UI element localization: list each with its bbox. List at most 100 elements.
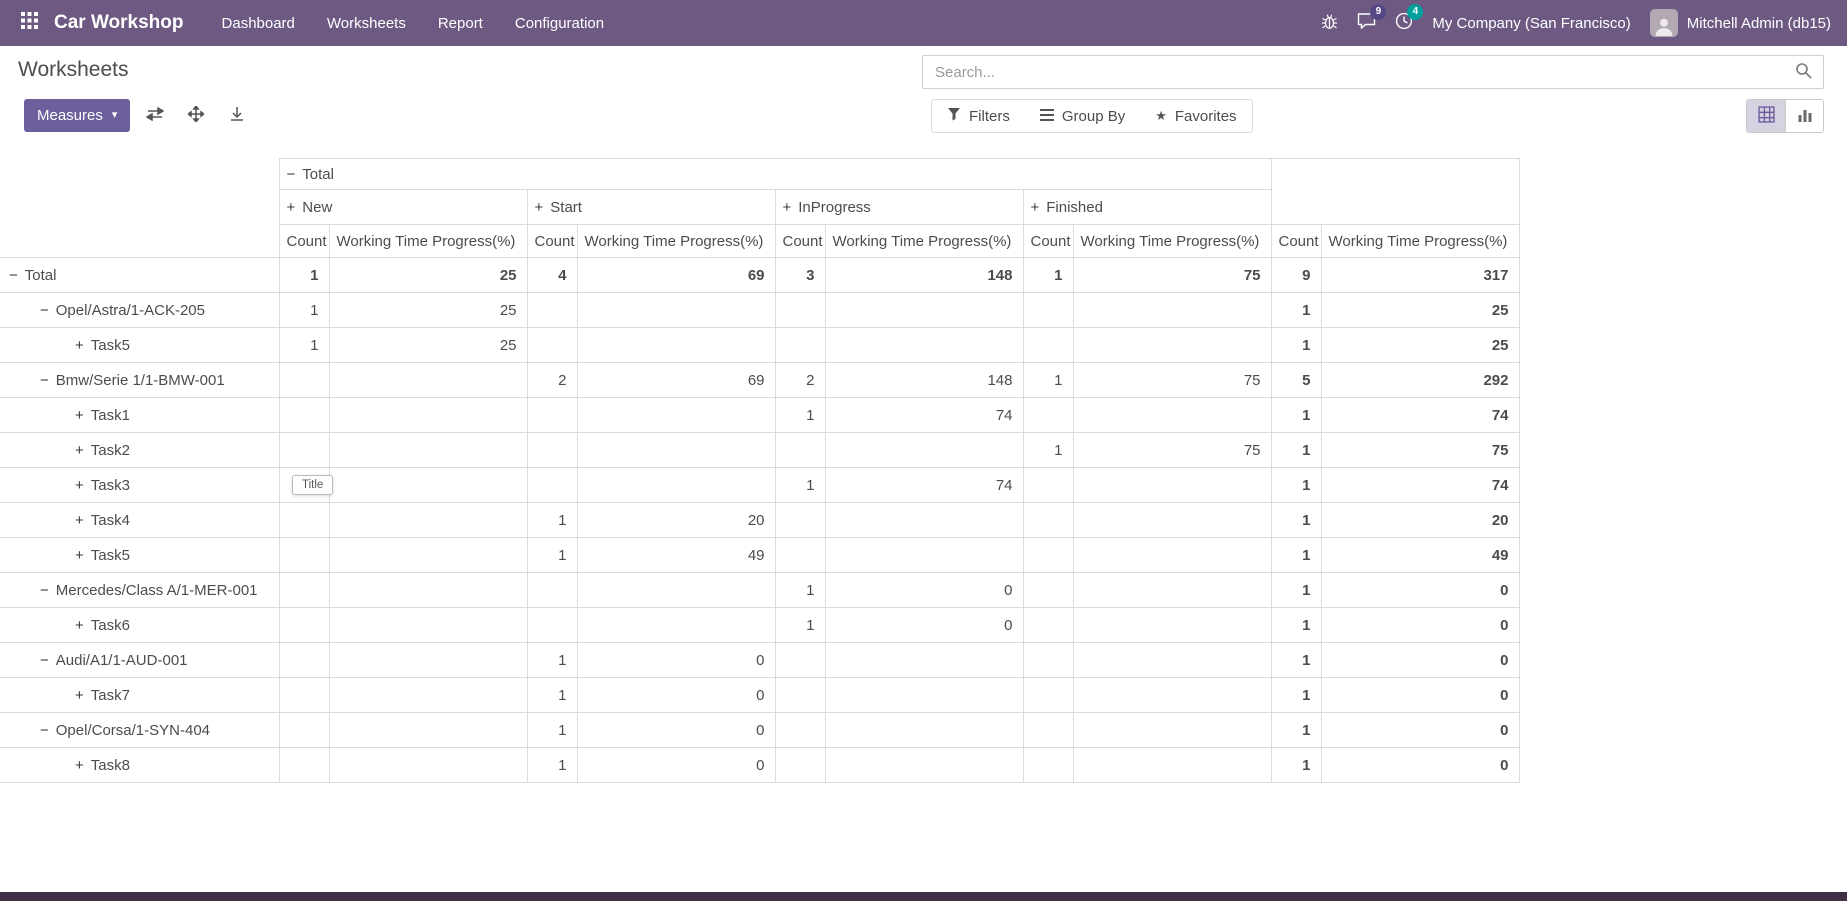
- pivot-cell[interactable]: [279, 643, 329, 678]
- pivot-cell[interactable]: [775, 293, 825, 328]
- pivot-cell[interactable]: 49: [1321, 538, 1519, 573]
- pivot-cell[interactable]: [825, 713, 1023, 748]
- pivot-row-header[interactable]: −Bmw/Serie 1/1-BMW-001: [0, 363, 279, 398]
- pivot-cell[interactable]: [775, 328, 825, 363]
- pivot-header-progress[interactable]: Working Time Progress(%): [329, 225, 527, 258]
- pivot-cell[interactable]: 1: [775, 573, 825, 608]
- pivot-cell[interactable]: 1: [1271, 398, 1321, 433]
- favorites-button[interactable]: ★ Favorites: [1140, 100, 1251, 132]
- pivot-cell[interactable]: [1023, 503, 1073, 538]
- pivot-cell[interactable]: [577, 433, 775, 468]
- pivot-cell[interactable]: 9: [1271, 258, 1321, 293]
- pivot-cell[interactable]: [1023, 678, 1073, 713]
- pivot-cell[interactable]: 20: [577, 503, 775, 538]
- pivot-cell[interactable]: [329, 573, 527, 608]
- nav-item-configuration[interactable]: Configuration: [515, 15, 604, 32]
- pivot-cell[interactable]: 1: [527, 538, 577, 573]
- pivot-cell[interactable]: [1023, 573, 1073, 608]
- pivot-cell[interactable]: [1023, 293, 1073, 328]
- pivot-header-count[interactable]: Count: [1023, 225, 1073, 258]
- pivot-cell[interactable]: 2: [527, 363, 577, 398]
- pivot-row-header[interactable]: +Task2: [0, 433, 279, 468]
- company-switcher[interactable]: My Company (San Francisco): [1432, 15, 1630, 32]
- pivot-cell[interactable]: 1: [1271, 433, 1321, 468]
- pivot-cell[interactable]: 292: [1321, 363, 1519, 398]
- pivot-cell[interactable]: [825, 748, 1023, 783]
- pivot-cell[interactable]: [279, 573, 329, 608]
- pivot-cell[interactable]: 1: [1271, 678, 1321, 713]
- pivot-cell[interactable]: 74: [825, 398, 1023, 433]
- pivot-cell[interactable]: 1: [1271, 748, 1321, 783]
- pivot-header-count[interactable]: Count: [527, 225, 577, 258]
- pivot-cell[interactable]: [329, 503, 527, 538]
- pivot-cell[interactable]: [527, 468, 577, 503]
- pivot-cell[interactable]: [1023, 538, 1073, 573]
- pivot-cell[interactable]: [527, 328, 577, 363]
- pivot-cell[interactable]: 1: [279, 258, 329, 293]
- pivot-cell[interactable]: [1073, 748, 1271, 783]
- messages-button[interactable]: 9: [1357, 12, 1376, 34]
- pivot-cell[interactable]: [329, 538, 527, 573]
- pivot-cell[interactable]: 69: [577, 363, 775, 398]
- pivot-cell[interactable]: [279, 363, 329, 398]
- pivot-cell[interactable]: [329, 748, 527, 783]
- nav-item-report[interactable]: Report: [438, 15, 483, 32]
- pivot-cell[interactable]: 0: [1321, 573, 1519, 608]
- pivot-cell[interactable]: [329, 678, 527, 713]
- pivot-cell[interactable]: 1: [527, 748, 577, 783]
- pivot-header-progress[interactable]: Working Time Progress(%): [825, 225, 1023, 258]
- pivot-cell[interactable]: 0: [825, 608, 1023, 643]
- pivot-cell[interactable]: [1023, 398, 1073, 433]
- pivot-cell[interactable]: [825, 538, 1023, 573]
- pivot-cell[interactable]: 49: [577, 538, 775, 573]
- pivot-cell[interactable]: [329, 643, 527, 678]
- pivot-cell[interactable]: [1023, 328, 1073, 363]
- download-xlsx-button[interactable]: [221, 99, 253, 132]
- pivot-cell[interactable]: [329, 468, 527, 503]
- pivot-cell[interactable]: 317: [1321, 258, 1519, 293]
- pivot-cell[interactable]: 75: [1073, 363, 1271, 398]
- pivot-cell[interactable]: 1: [1271, 573, 1321, 608]
- pivot-cell[interactable]: [825, 503, 1023, 538]
- pivot-cell[interactable]: [279, 748, 329, 783]
- pivot-cell[interactable]: 148: [825, 363, 1023, 398]
- pivot-cell[interactable]: [279, 678, 329, 713]
- pivot-cell[interactable]: 0: [577, 713, 775, 748]
- pivot-cell[interactable]: [825, 643, 1023, 678]
- pivot-cell[interactable]: [279, 433, 329, 468]
- pivot-header-group-finished[interactable]: +Finished: [1023, 190, 1271, 225]
- pivot-cell[interactable]: 1: [775, 468, 825, 503]
- activities-button[interactable]: 4: [1395, 12, 1413, 34]
- pivot-header-group-start[interactable]: +Start: [527, 190, 775, 225]
- pivot-row-header[interactable]: −Total: [0, 258, 279, 293]
- pivot-cell[interactable]: 25: [1321, 293, 1519, 328]
- app-title[interactable]: Car Workshop: [54, 12, 184, 34]
- nav-item-dashboard[interactable]: Dashboard: [222, 15, 295, 32]
- pivot-cell[interactable]: 0: [1321, 748, 1519, 783]
- pivot-cell[interactable]: 25: [329, 258, 527, 293]
- pivot-cell[interactable]: 1: [775, 398, 825, 433]
- pivot-cell[interactable]: 1: [1023, 433, 1073, 468]
- pivot-cell[interactable]: [1023, 643, 1073, 678]
- pivot-cell[interactable]: 75: [1073, 433, 1271, 468]
- pivot-cell[interactable]: [1073, 643, 1271, 678]
- pivot-cell[interactable]: 0: [577, 643, 775, 678]
- group-by-button[interactable]: Group By: [1025, 100, 1140, 132]
- pivot-cell[interactable]: [775, 643, 825, 678]
- pivot-cell[interactable]: 1: [1023, 258, 1073, 293]
- pivot-cell[interactable]: [1073, 398, 1271, 433]
- pivot-header-total[interactable]: −Total: [279, 159, 1271, 190]
- pivot-row-header[interactable]: −Mercedes/Class A/1-MER-001: [0, 573, 279, 608]
- pivot-cell[interactable]: 74: [1321, 398, 1519, 433]
- pivot-cell[interactable]: 5: [1271, 363, 1321, 398]
- pivot-cell[interactable]: 0: [1321, 643, 1519, 678]
- pivot-cell[interactable]: [329, 713, 527, 748]
- expand-all-button[interactable]: [180, 99, 212, 132]
- pivot-row-header[interactable]: +Task4: [0, 503, 279, 538]
- pivot-cell[interactable]: 1: [527, 678, 577, 713]
- apps-menu-button[interactable]: [14, 8, 44, 38]
- pivot-cell[interactable]: 0: [577, 748, 775, 783]
- flip-axis-button[interactable]: [139, 99, 171, 132]
- pivot-cell[interactable]: 25: [1321, 328, 1519, 363]
- pivot-row-header[interactable]: +Task3: [0, 468, 279, 503]
